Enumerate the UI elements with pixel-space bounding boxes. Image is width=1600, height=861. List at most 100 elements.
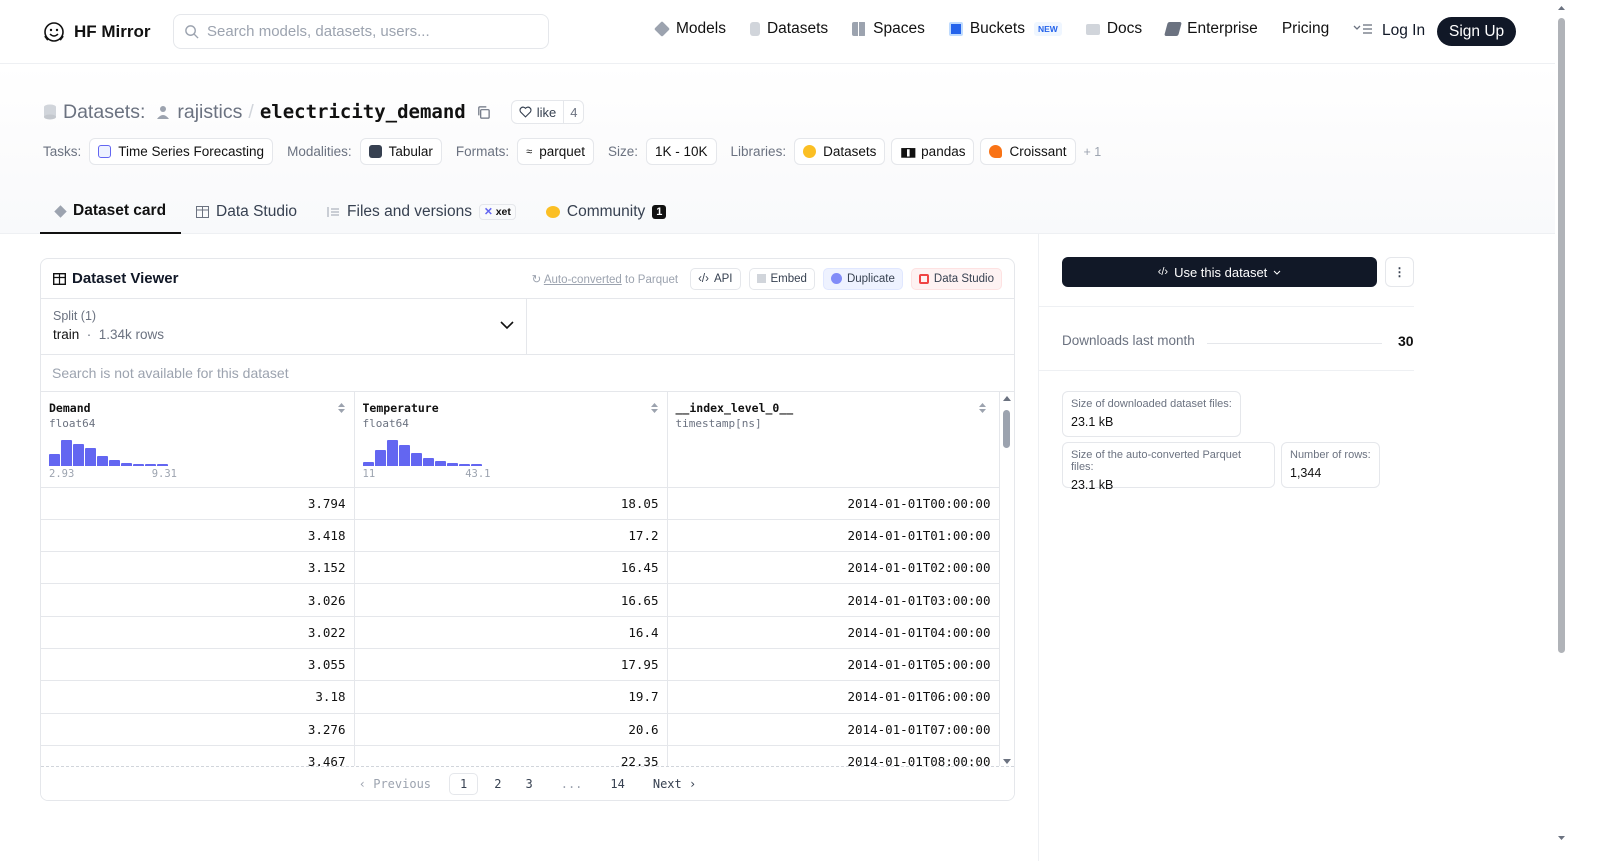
table-row[interactable]: 3.276 20.6 2014-01-01T07:00:00 [41, 713, 1000, 746]
embed-button[interactable]: Embed [748, 267, 815, 290]
scroll-down-icon[interactable] [1002, 758, 1012, 765]
menu-icon [1353, 24, 1373, 34]
histogram-bar[interactable] [434, 460, 446, 466]
histogram-bar[interactable] [374, 450, 386, 466]
histogram-bar[interactable] [362, 462, 374, 466]
nav-datasets[interactable]: Datasets [749, 20, 828, 38]
tab-data-studio-label: Data Studio [216, 203, 298, 220]
search-input[interactable] [207, 23, 527, 40]
histogram-bar[interactable] [121, 462, 132, 466]
column-header-demand[interactable]: Demand float64 2.93 9.31 [41, 392, 355, 488]
nav-docs[interactable]: Docs [1085, 20, 1142, 38]
histogram-bar[interactable] [398, 445, 410, 466]
tag-modality[interactable]: Tabular [359, 138, 442, 165]
table-row[interactable]: 3.152 16.45 2014-01-01T02:00:00 [41, 551, 1000, 585]
histogram-bar[interactable] [157, 464, 168, 466]
table-row[interactable]: 3.055 17.95 2014-01-01T05:00:00 [41, 648, 1000, 682]
viewer-title-label: Dataset Viewer [72, 270, 179, 287]
page-scrollbar-thumb[interactable] [1558, 18, 1565, 653]
tag-library-datasets[interactable]: Datasets [794, 138, 886, 165]
nav-more-menu[interactable] [1353, 23, 1373, 35]
tab-data-studio[interactable]: Data Studio [181, 190, 312, 234]
pager-page-1[interactable]: 1 [449, 772, 479, 795]
split-selector[interactable]: Split (1) train · 1.34k rows [41, 299, 527, 354]
table-cell: 3.276 [41, 713, 355, 746]
histogram-bar[interactable] [109, 460, 120, 466]
like-button[interactable]: like 4 [510, 100, 585, 124]
table-cell: 3.18 [41, 680, 355, 714]
table-scrollbar[interactable] [999, 392, 1014, 767]
histogram-bar[interactable] [97, 456, 108, 466]
histogram-bar[interactable] [422, 458, 434, 466]
histogram-bar[interactable] [446, 462, 458, 466]
table-scrollbar-thumb[interactable] [1003, 410, 1010, 448]
more-libraries[interactable]: + 1 [1084, 145, 1102, 159]
histogram-bar[interactable] [458, 464, 470, 466]
tab-files[interactable]: Files and versions ✕ xet [312, 190, 531, 234]
histogram-bar[interactable] [470, 464, 482, 466]
tag-library-pandas[interactable]: ▮▯▮ pandas [891, 138, 975, 165]
nav-pricing[interactable]: Pricing [1282, 20, 1329, 38]
tab-community[interactable]: Community 1 [531, 190, 682, 234]
column-header-temperature[interactable]: Temperature float64 11 43.1 [354, 392, 668, 488]
histogram-bar[interactable] [85, 447, 96, 466]
histogram-bar[interactable] [73, 443, 84, 466]
pager-page-14[interactable]: 14 [600, 774, 634, 794]
pager-next[interactable]: Next › [643, 774, 706, 794]
tag-library-label: Datasets [823, 144, 877, 159]
page-scrollbar[interactable] [1555, 0, 1568, 861]
column-header-index[interactable]: __index_level_0__ timestamp[ns] [667, 392, 1000, 488]
table-row[interactable]: 3.418 17.2 2014-01-01T01:00:00 [41, 519, 1000, 553]
sort-icon[interactable] [650, 402, 659, 414]
use-dataset-button[interactable]: ‹/› Use this dataset [1062, 257, 1377, 287]
table-row[interactable]: 3.022 16.4 2014-01-01T04:00:00 [41, 616, 1000, 649]
histogram-bar[interactable] [49, 454, 60, 466]
split-label: Split (1) [53, 309, 97, 323]
sort-icon[interactable] [978, 402, 987, 414]
data-studio-button[interactable]: Data Studio [910, 267, 1002, 290]
tag-task[interactable]: Time Series Forecasting [89, 138, 274, 165]
scroll-down-icon[interactable] [1557, 835, 1566, 841]
xet-label: xet [495, 206, 511, 218]
sort-icon[interactable] [337, 402, 346, 414]
duplicate-label: Duplicate [846, 272, 895, 285]
duplicate-button[interactable]: Duplicate [822, 267, 903, 290]
enterprise-icon [1164, 22, 1183, 36]
table-row[interactable]: 3.794 18.05 2014-01-01T00:00:00 [41, 487, 1000, 520]
scroll-up-icon[interactable] [1557, 5, 1566, 11]
tab-dataset-card[interactable]: Dataset card [40, 190, 182, 234]
logo[interactable]: HF Mirror [42, 20, 151, 44]
scroll-up-icon[interactable] [1002, 395, 1012, 402]
nav-enterprise[interactable]: Enterprise [1164, 20, 1258, 38]
signup-button[interactable]: Sign Up [1437, 17, 1517, 46]
nav-spaces[interactable]: Spaces [852, 20, 925, 38]
nav-models[interactable]: Models [654, 20, 726, 38]
nav-buckets[interactable]: Buckets NEW [948, 20, 1062, 38]
pager-page-3[interactable]: 3 [515, 774, 542, 794]
copy-icon[interactable] [476, 105, 491, 120]
auto-converted-link[interactable]: Auto-converted [544, 274, 622, 286]
api-button[interactable]: ‹/› API [690, 267, 741, 290]
histogram-bar[interactable] [133, 463, 144, 466]
histogram-bar[interactable] [61, 440, 72, 466]
tag-format[interactable]: ≈ parquet [517, 138, 594, 165]
histogram-bar[interactable] [410, 453, 422, 466]
table-row[interactable]: 3.18 19.7 2014-01-01T06:00:00 [41, 680, 1000, 714]
table-cell: 18.05 [354, 487, 668, 520]
tag-library-croissant[interactable]: Croissant [980, 138, 1076, 165]
login-link[interactable]: Log In [1382, 22, 1425, 40]
table-cell: 16.65 [354, 583, 668, 617]
histogram-bar[interactable] [386, 440, 398, 466]
pager-previous[interactable]: ‹ Previous [349, 774, 441, 794]
global-search[interactable] [173, 14, 549, 49]
histogram-bar[interactable] [145, 464, 156, 466]
table-cell: 17.2 [354, 519, 668, 553]
downloads-sparkline [1207, 343, 1382, 344]
tag-size[interactable]: 1K - 10K [646, 138, 717, 165]
pager-page-2[interactable]: 2 [484, 774, 511, 794]
owner-link[interactable]: rajistics [177, 101, 242, 124]
more-options-button[interactable]: ⋮ [1385, 257, 1414, 287]
table-row[interactable]: 3.026 16.65 2014-01-01T03:00:00 [41, 583, 1000, 617]
hist-max: 9.31 [151, 468, 177, 480]
use-dataset-label: Use this dataset [1174, 264, 1268, 280]
